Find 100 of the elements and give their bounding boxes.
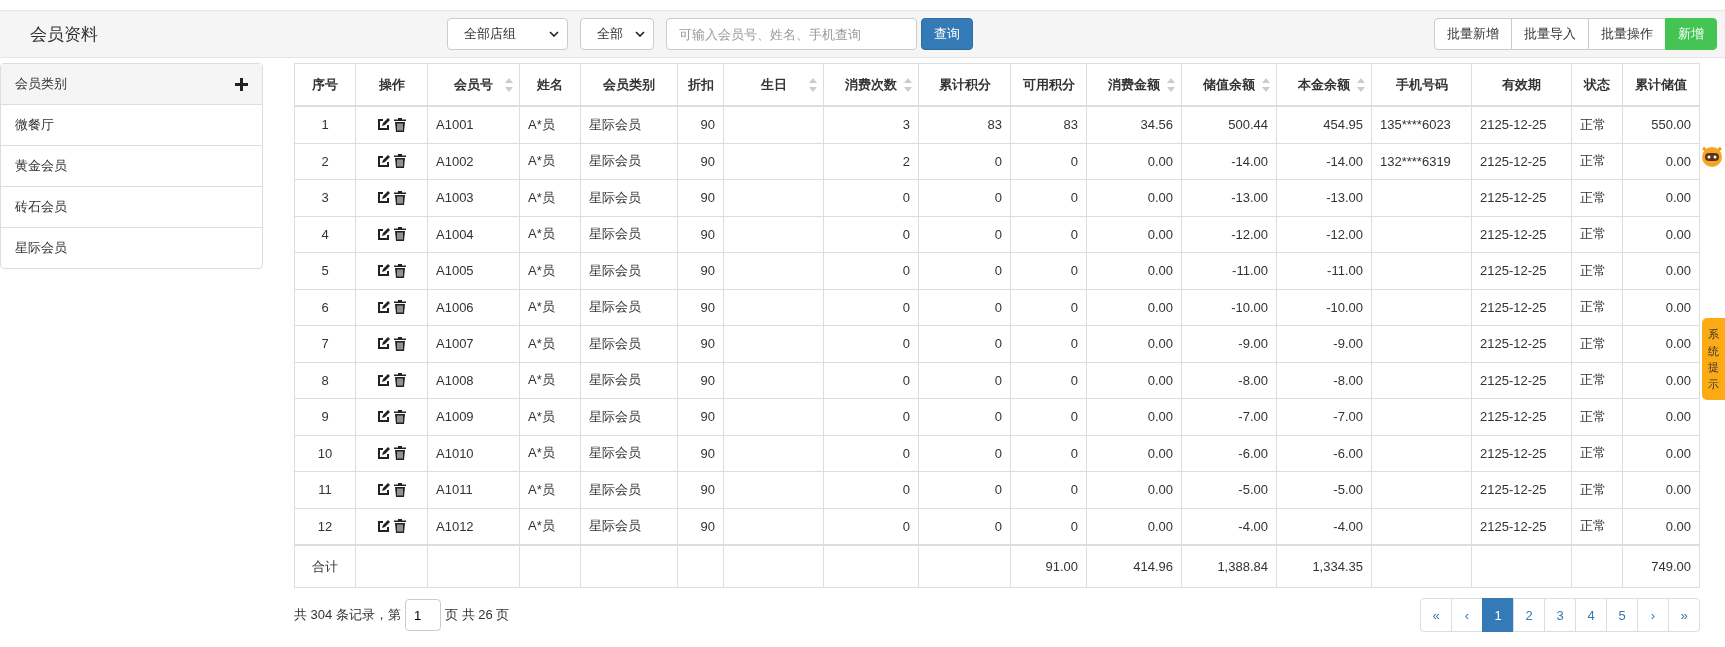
column-header[interactable]: 序号	[294, 63, 356, 106]
category-item[interactable]: 砖石会员	[1, 187, 262, 228]
edit-icon[interactable]	[377, 337, 390, 351]
column-header[interactable]: 储值余额	[1181, 63, 1277, 106]
edit-icon[interactable]	[377, 154, 390, 168]
action-button[interactable]: 批量导入	[1511, 18, 1589, 50]
column-header[interactable]: 操作	[355, 63, 428, 106]
trash-icon[interactable]	[394, 446, 406, 461]
trash-icon[interactable]	[394, 482, 406, 497]
row-number: 8	[321, 372, 329, 388]
edit-icon[interactable]	[377, 191, 390, 205]
total-cell: 91.00	[1045, 559, 1078, 574]
edit-icon[interactable]	[377, 410, 390, 424]
table-cell: 正常	[1580, 189, 1606, 205]
column-header[interactable]: 累计积分	[918, 63, 1011, 106]
edit-icon[interactable]	[377, 118, 390, 132]
trash-icon[interactable]	[394, 519, 406, 534]
column-header[interactable]: 可用积分	[1010, 63, 1087, 106]
edit-icon[interactable]	[377, 483, 390, 497]
table-cell: 2	[902, 153, 910, 169]
table-cell: 0	[994, 190, 1002, 206]
trash-icon[interactable]	[394, 336, 406, 351]
column-header[interactable]: 消费次数	[823, 63, 919, 106]
trash-icon[interactable]	[394, 227, 406, 242]
table-cell: A*员	[528, 445, 555, 461]
table-cell: 0	[902, 336, 910, 352]
trash-icon[interactable]	[394, 117, 406, 132]
edit-icon[interactable]	[377, 446, 390, 460]
table-cell: 0	[1070, 518, 1078, 534]
store-group-select[interactable]: 全部店组	[447, 18, 568, 50]
table-cell: 2125-12-25	[1480, 153, 1547, 169]
page-input[interactable]: 1	[404, 599, 441, 631]
caret-icon	[635, 31, 645, 37]
table-cell: 正常	[1580, 116, 1606, 132]
column-header[interactable]: 本金余额	[1276, 63, 1372, 106]
column-header[interactable]: 状态	[1571, 63, 1623, 106]
table-cell: A1002	[436, 153, 474, 169]
system-tip-tab[interactable]: 系统提示	[1702, 318, 1725, 400]
edit-icon[interactable]	[377, 227, 390, 241]
query-button[interactable]: 查询	[921, 18, 973, 50]
column-header[interactable]: 有效期	[1471, 63, 1572, 106]
page-button[interactable]: 4	[1575, 598, 1607, 632]
table-cell: 0.00	[1147, 409, 1173, 425]
column-header[interactable]: 生日	[723, 63, 824, 106]
table-cell: -8.00	[1333, 372, 1363, 388]
trash-icon[interactable]	[394, 300, 406, 315]
table-cell: A*员	[528, 518, 555, 534]
table-cell: 0.00	[1665, 445, 1691, 461]
column-header[interactable]: 折扣	[677, 63, 724, 106]
table-cell: 星际会员	[589, 335, 641, 351]
column-header[interactable]: 累计储值	[1622, 63, 1700, 106]
table-cell: -13.00	[1326, 190, 1363, 206]
page-button[interactable]: 1	[1482, 598, 1514, 632]
table-cell: 星际会员	[589, 189, 641, 205]
table-cell: 500.44	[1228, 117, 1268, 133]
trash-icon[interactable]	[394, 409, 406, 424]
edit-icon[interactable]	[377, 300, 390, 314]
action-button[interactable]: 批量操作	[1588, 18, 1666, 50]
plus-icon[interactable]	[235, 77, 248, 91]
edit-icon[interactable]	[377, 373, 390, 387]
page-button[interactable]: ›	[1637, 598, 1669, 632]
row-number: 11	[318, 482, 332, 498]
table-cell: 正常	[1580, 408, 1606, 424]
table-cell: 正常	[1580, 445, 1606, 461]
trash-icon[interactable]	[394, 190, 406, 205]
trash-icon[interactable]	[394, 154, 406, 169]
table-cell: 0	[1070, 409, 1078, 425]
table-cell: 0.00	[1665, 153, 1691, 169]
category-item[interactable]: 星际会员	[1, 228, 262, 268]
table-cell: 正常	[1580, 262, 1606, 278]
page-button[interactable]: ‹	[1451, 598, 1483, 632]
column-header[interactable]: 手机号码	[1371, 63, 1472, 106]
search-field[interactable]: 可输入会员号、姓名、手机查询	[666, 18, 917, 50]
table-cell: 正常	[1580, 481, 1606, 497]
action-button[interactable]: 批量新增	[1434, 18, 1512, 50]
page-button[interactable]: 2	[1513, 598, 1545, 632]
table-cell: 2125-12-25	[1480, 263, 1547, 279]
column-header[interactable]: 消费金额	[1086, 63, 1182, 106]
table-cell: 0	[994, 299, 1002, 315]
page-button[interactable]: 5	[1606, 598, 1638, 632]
table-cell: -7.00	[1333, 409, 1363, 425]
table-cell: -5.00	[1333, 482, 1363, 498]
row-number: 10	[317, 445, 333, 461]
column-header[interactable]: 姓名	[519, 63, 581, 106]
page-button[interactable]: 3	[1544, 598, 1576, 632]
column-header[interactable]: 会员号	[427, 63, 520, 106]
trash-icon[interactable]	[394, 263, 406, 278]
edit-icon[interactable]	[377, 519, 390, 533]
edit-icon[interactable]	[377, 264, 390, 278]
category-item[interactable]: 黄金会员	[1, 146, 262, 187]
page-button[interactable]: »	[1668, 598, 1700, 632]
column-header[interactable]: 会员类别	[580, 63, 678, 106]
table-cell: 星际会员	[589, 481, 641, 497]
caret-icon	[549, 31, 559, 37]
table-cell: A1009	[436, 409, 474, 425]
row-number: 6	[321, 299, 329, 315]
category-item[interactable]: 微餐厅	[1, 105, 262, 146]
page-button[interactable]: «	[1420, 598, 1452, 632]
scope-select[interactable]: 全部	[580, 18, 654, 50]
trash-icon[interactable]	[394, 373, 406, 388]
